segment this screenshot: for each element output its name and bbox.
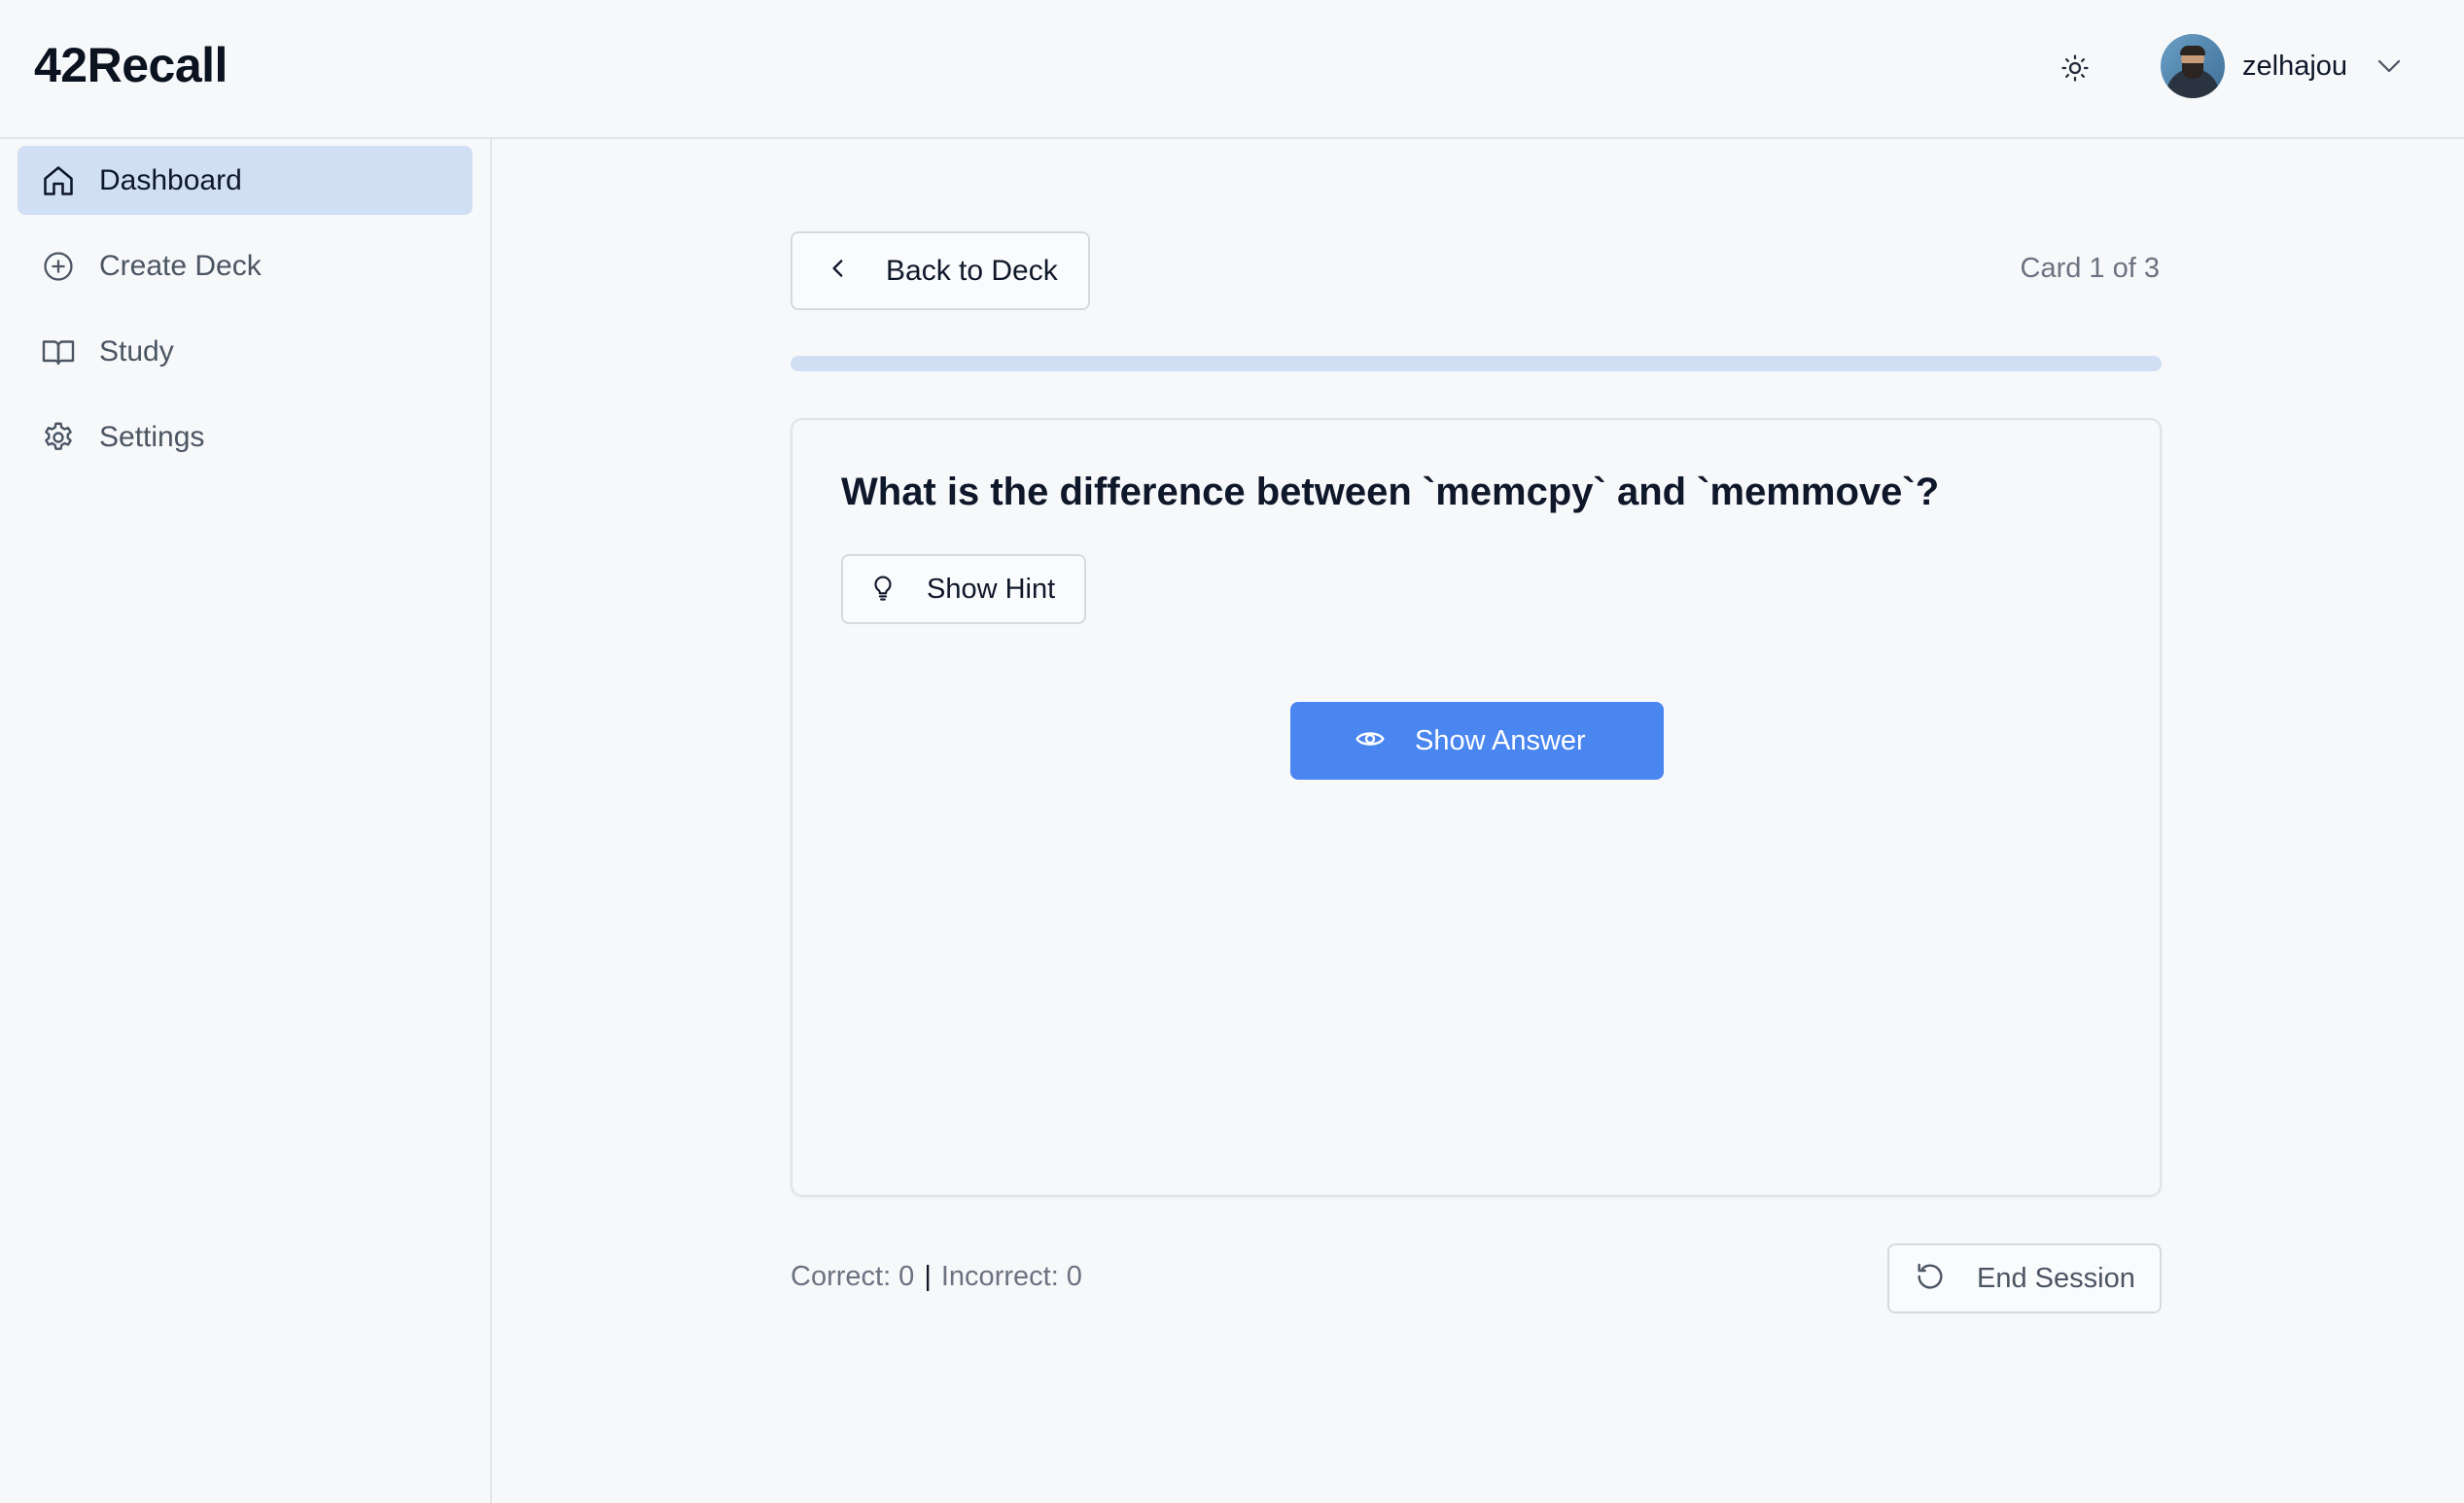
show-hint-button[interactable]: Show Hint [841,554,1086,624]
end-session-label: End Session [1977,1262,2135,1294]
correct-count: Correct: 0 [791,1261,915,1292]
incorrect-count: Incorrect: 0 [940,1261,1082,1292]
card-counter: Card 1 of 3 [2020,253,2160,284]
chevron-left-icon [826,256,851,286]
show-answer-label: Show Answer [1415,724,1586,756]
user-menu[interactable]: zelhajou [2161,33,2404,99]
end-session-button[interactable]: End Session [1887,1243,2162,1313]
app-title: 42Recall [34,38,228,92]
sidebar-item-label: Study [99,334,174,367]
flashcard: What is the difference between `memcpy` … [791,418,2162,1197]
sidebar-item-label: Create Deck [99,249,262,282]
rotate-ccw-icon [1915,1261,1946,1297]
sidebar-item-study[interactable]: Study [18,317,473,386]
show-hint-label: Show Hint [927,573,1056,605]
card-question: What is the difference between `memcpy` … [841,471,1940,513]
avatar [2161,34,2225,98]
show-answer-button[interactable]: Show Answer [1290,702,1664,780]
sidebar-item-dashboard[interactable]: Dashboard [18,146,473,215]
eye-icon [1355,723,1386,759]
progress-bar [791,356,2162,371]
book-open-icon [41,334,76,369]
sidebar-item-settings[interactable]: Settings [18,402,473,472]
plus-circle-icon [41,249,76,284]
sun-icon [2060,53,2090,87]
home-icon [41,163,76,198]
top-header: 42Recall zelhajou [0,0,2464,139]
sidebar-item-create-deck[interactable]: Create Deck [18,231,473,300]
sidebar-item-label: Settings [99,420,205,453]
gear-icon [41,420,76,455]
chevron-down-icon [2375,52,2404,81]
username: zelhajou [2242,50,2348,82]
back-to-deck-button[interactable]: Back to Deck [791,231,1090,310]
sidebar-item-label: Dashboard [99,163,242,196]
theme-toggle-button[interactable] [2049,47,2101,93]
stats-separator: | [924,1261,932,1292]
lightbulb-icon [868,573,898,607]
sidebar: Dashboard Create Deck Study Settings [0,139,492,1503]
back-to-deck-label: Back to Deck [886,254,1058,287]
session-stats: Correct: 0 | Incorrect: 0 [791,1261,1082,1293]
